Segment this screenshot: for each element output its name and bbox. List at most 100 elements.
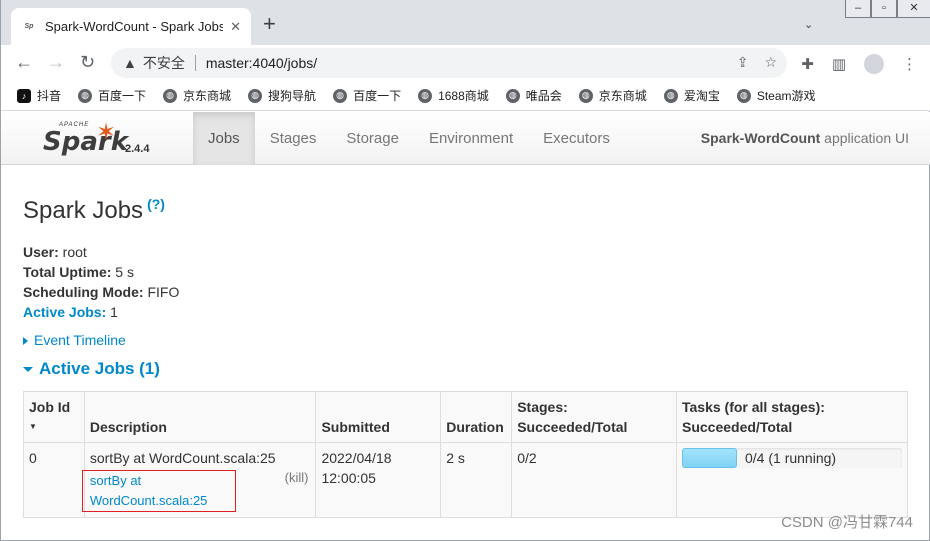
bookmark-label: 爱淘宝	[683, 89, 720, 103]
col-stages-label-2: Succeeded/Total	[517, 419, 628, 435]
table-header-row: Job Id ▼ Description Submitted Duration S…	[23, 391, 908, 443]
cell-submitted: 2022/04/18 12:00:05	[315, 442, 442, 518]
description-link-line-2: WordCount.scala:25	[89, 493, 208, 508]
user-label: User:	[23, 244, 59, 260]
tab-storage[interactable]: Storage	[331, 112, 414, 165]
bookmark-item[interactable]: ♪ 抖音	[17, 87, 61, 104]
globe-icon: ◍	[163, 88, 178, 103]
bookmark-item[interactable]: ◍ 爱淘宝	[663, 87, 720, 104]
tasks-progress-fill	[682, 448, 737, 468]
chevron-down-icon[interactable]: ⌄	[804, 18, 813, 31]
bookmark-item[interactable]: ◍ 唯品会	[505, 87, 562, 104]
forward-arrow-icon[interactable]: →	[47, 52, 65, 72]
description-link[interactable]: sortBy at WordCount.scala:25	[81, 470, 236, 512]
bookmark-item[interactable]: ◍ 搜狗导航	[248, 87, 316, 104]
cell-stages: 0/2	[511, 442, 677, 518]
sidepanel-icon[interactable]: ▥	[832, 55, 846, 73]
sort-desc-icon: ▼	[29, 422, 37, 431]
share-icon[interactable]: ⇪	[737, 54, 749, 71]
cell-description: sortBy at WordCount.scala:25 sortBy at Wo…	[81, 442, 317, 518]
tab-strip: Sp Spark-WordCount - Spark Jobs ✕ + ⌄ – …	[1, 0, 930, 45]
col-tasks-label-1: Tasks (for all stages):	[682, 399, 825, 415]
bookmark-label: 抖音	[37, 89, 62, 103]
app-title: Spark-WordCount application UI	[701, 130, 909, 146]
help-link[interactable]: (?)	[147, 196, 165, 212]
browser-tab[interactable]: Sp Spark-WordCount - Spark Jobs ✕	[11, 8, 251, 45]
menu-kebab-icon[interactable]: ⋮	[902, 55, 917, 73]
globe-icon: ◍	[418, 88, 433, 103]
col-stages[interactable]: Stages: Succeeded/Total	[511, 391, 677, 443]
active-jobs-table: Job Id ▼ Description Submitted Duration S…	[23, 391, 908, 518]
triangle-down-icon	[23, 367, 33, 373]
spark-logo[interactable]: APACHE Spark ✶	[41, 118, 151, 162]
cell-duration: 2 s	[440, 442, 513, 518]
new-tab-icon[interactable]: +	[263, 13, 276, 35]
event-timeline-toggle[interactable]: Event Timeline	[23, 332, 126, 348]
bookmark-item[interactable]: ◍ 百度一下	[78, 87, 146, 104]
description-text: sortBy at WordCount.scala:25	[89, 450, 276, 466]
active-jobs-heading[interactable]: Active Jobs (1)	[23, 359, 160, 379]
minimize-icon[interactable]: –	[845, 0, 871, 18]
col-duration[interactable]: Duration	[440, 391, 513, 443]
col-description-label: Description	[89, 419, 167, 435]
col-duration-label: Duration	[446, 419, 504, 435]
col-job-id[interactable]: Job Id ▼	[23, 391, 85, 443]
col-submitted-label: Submitted	[321, 419, 390, 435]
uptime-label: Total Uptime:	[23, 264, 112, 280]
window-close-icon[interactable]: ✕	[897, 0, 930, 18]
kill-link[interactable]: (kill)	[285, 468, 309, 488]
extensions-icon[interactable]: ✚	[801, 55, 814, 73]
submitted-date: 2022/04/18	[321, 450, 392, 466]
bookmark-item[interactable]: ◍ 1688商城	[418, 87, 489, 104]
bookmark-item[interactable]: ◍ 京东商城	[578, 87, 647, 104]
mode-value: FIFO	[143, 284, 180, 300]
uptime-value: 5 s	[111, 264, 134, 280]
window-controls: – ▫ ✕	[845, 0, 930, 18]
tasks-progress-bar: 0/4 (1 running)	[682, 448, 902, 468]
close-icon[interactable]: ✕	[230, 19, 241, 35]
insecure-label: 不安全	[142, 55, 185, 71]
app-suffix: application UI	[820, 130, 909, 146]
bookmark-label: 百度一下	[98, 89, 147, 103]
app-name: Spark-WordCount	[700, 130, 821, 146]
event-timeline-label: Event Timeline	[34, 332, 126, 348]
tab-stages[interactable]: Stages	[255, 112, 332, 165]
bookmark-label: 京东商城	[598, 89, 647, 103]
uptime-row: Total Uptime: 5 s	[23, 262, 179, 282]
bookmarks-bar: ♪ 抖音 ◍ 百度一下 ◍ 京东商城 ◍ 搜狗导航 ◍ 百度一下 ◍ 1688商城 ◍ 唯品会 ◍ 京东商城 ◍…	[1, 81, 930, 111]
profile-avatar-icon[interactable]	[864, 54, 884, 74]
url-text[interactable]: master:4040/jobs/	[206, 55, 317, 71]
bookmark-label: 京东商城	[183, 89, 232, 103]
col-submitted[interactable]: Submitted	[315, 391, 442, 443]
bookmark-label: 百度一下	[353, 89, 402, 103]
col-tasks[interactable]: Tasks (for all stages): Succeeded/Total	[676, 391, 908, 443]
bookmark-item[interactable]: ◍ Steam游戏	[736, 87, 816, 104]
tab-environment[interactable]: Environment	[414, 112, 528, 165]
active-jobs-value: 1	[106, 304, 118, 320]
tab-executors[interactable]: Executors	[528, 112, 625, 165]
address-bar[interactable]: ▲ 不安全 master:4040/jobs/ ⇪ ☆	[111, 48, 787, 78]
warning-icon[interactable]: ▲	[123, 55, 137, 71]
mode-label: Scheduling Mode:	[23, 284, 144, 300]
table-row: 0 sortBy at WordCount.scala:25 sortBy at…	[23, 442, 908, 518]
back-arrow-icon[interactable]: ←	[15, 52, 33, 72]
bookmark-item[interactable]: ◍ 百度一下	[333, 87, 401, 104]
col-job-id-label: Job Id	[29, 399, 71, 415]
tab-jobs[interactable]: Jobs	[193, 112, 255, 165]
active-jobs-row: Active Jobs: 1	[23, 302, 179, 322]
star-icon[interactable]: ☆	[764, 54, 777, 71]
spark-icon: Sp	[24, 23, 34, 30]
reload-icon[interactable]: ↻	[80, 52, 95, 72]
spark-version: 2.4.4	[125, 143, 150, 155]
bookmark-label: Steam游戏	[756, 89, 816, 103]
restore-icon[interactable]: ▫	[871, 0, 897, 18]
col-tasks-label-2: Succeeded/Total	[682, 419, 793, 435]
active-jobs-heading-text: Active Jobs (1)	[39, 359, 160, 378]
user-row: User: root	[23, 242, 179, 262]
globe-icon: ◍	[78, 88, 93, 103]
toolbar-right: ✚ ▥ ⋮	[801, 54, 917, 74]
bookmark-item[interactable]: ◍ 京东商城	[163, 87, 231, 104]
col-description[interactable]: Description	[83, 391, 317, 443]
tab-title: Spark-WordCount - Spark Jobs	[45, 19, 223, 34]
active-jobs-link[interactable]: Active Jobs:	[23, 304, 106, 320]
